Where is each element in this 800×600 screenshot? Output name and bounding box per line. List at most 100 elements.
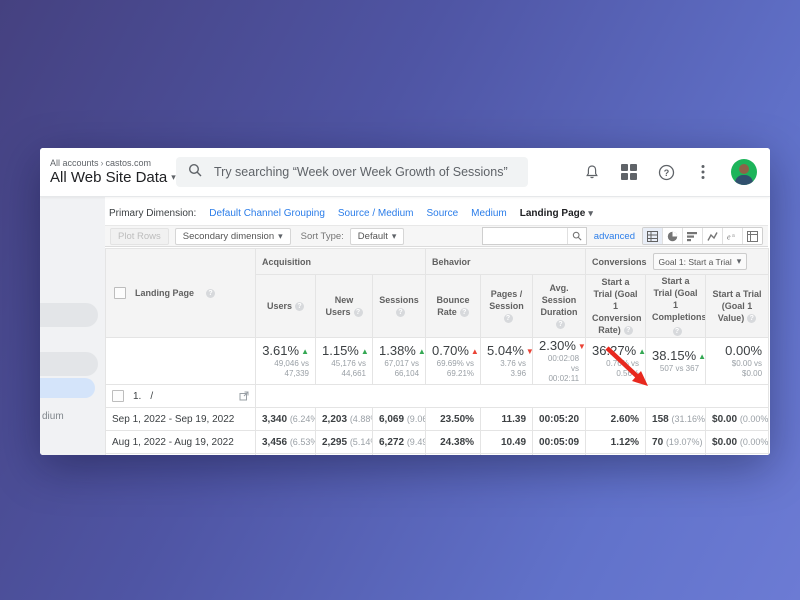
help-icon[interactable]: ? <box>624 326 633 335</box>
column-header-goal-completions[interactable]: Start a Trial (Goal 1 Completions)↓? <box>646 275 706 338</box>
table-filter-input[interactable] <box>483 229 567 243</box>
advanced-link[interactable]: advanced <box>594 231 635 242</box>
group-header-acquisition: Acquisition <box>256 249 426 275</box>
table-filter-search-icon[interactable] <box>567 228 586 244</box>
table-row-parent[interactable]: 1. / <box>106 385 769 408</box>
trend-arrow-icon: ▲ <box>471 347 479 356</box>
global-search-input[interactable] <box>212 164 516 180</box>
table-row-date-range-1[interactable]: Sep 1, 2022 - Sep 19, 2022 3,340 (6.24%)… <box>106 408 769 431</box>
view-performance-bars-icon[interactable] <box>683 228 703 244</box>
column-header-avg-session-duration[interactable]: Avg. Session Duration? <box>533 275 586 338</box>
column-header-pages-session[interactable]: Pages / Session? <box>481 275 533 338</box>
dimension-link-source[interactable]: Source <box>426 208 458 219</box>
view-term-cloud-icon[interactable]: ea <box>723 228 743 244</box>
cell-goal-value: $0.00 (0.00%) <box>706 408 769 431</box>
report-toolbar: Plot Rows Secondary dimension ▾ Sort Typ… <box>105 225 768 247</box>
breadcrumb-account[interactable]: All accounts <box>50 158 99 168</box>
help-circle-icon[interactable]: ? <box>657 163 675 181</box>
cell-goal-rate: 1.12% <box>586 431 646 454</box>
goal-selector-value: Goal 1: Start a Trial <box>659 257 732 267</box>
column-header-new-users[interactable]: New Users? <box>316 275 373 338</box>
dimension-selected-landing-page[interactable]: Landing Page ▾ <box>520 208 593 219</box>
help-icon[interactable]: ? <box>206 289 215 298</box>
breadcrumb-property[interactable]: castos.com <box>106 158 152 168</box>
primary-dimension-label: Primary Dimension: <box>109 208 196 219</box>
user-avatar[interactable] <box>731 159 757 185</box>
help-icon[interactable]: ? <box>295 302 304 311</box>
table-filter <box>482 227 587 245</box>
trend-arrow-icon: ▲ <box>698 352 705 361</box>
view-pivot-icon[interactable] <box>743 228 762 244</box>
goal-selector-dropdown[interactable]: Goal 1: Start a Trial ▾ <box>653 253 748 270</box>
header-icons: ? <box>583 159 770 185</box>
cell-bounce-rate: -3.62% <box>426 454 481 455</box>
summary-landing-cell <box>106 338 256 385</box>
sort-type-value: Default <box>358 231 388 242</box>
group-header-behavior: Behavior <box>426 249 586 275</box>
table-row-percent-change: % Change -3.36% -4.01% -3.24% -3.62% 8.5… <box>106 454 769 455</box>
column-header-sessions[interactable]: Sessions? <box>373 275 426 338</box>
nav-partial-label: dium <box>42 411 64 422</box>
notifications-bell-icon[interactable] <box>583 163 601 181</box>
apps-grid-icon[interactable] <box>620 163 638 181</box>
help-icon[interactable]: ? <box>504 314 513 323</box>
view-data-table-icon[interactable] <box>643 228 663 244</box>
conversions-label: Conversions <box>592 257 647 267</box>
nav-pill[interactable] <box>40 352 98 376</box>
help-icon[interactable]: ? <box>673 327 682 336</box>
column-header-bounce-rate[interactable]: Bounce Rate? <box>426 275 481 338</box>
dimension-link-medium[interactable]: Medium <box>471 208 507 219</box>
column-header-users[interactable]: Users? <box>256 275 316 338</box>
svg-text:?: ? <box>663 168 669 178</box>
view-comparison-icon[interactable] <box>703 228 723 244</box>
cell-sessions: -3.24% <box>373 454 426 455</box>
cell-new-users: -4.01% <box>316 454 373 455</box>
cell-pages-session: 8.56% <box>481 454 533 455</box>
nav-pill-selected[interactable] <box>40 378 95 398</box>
nav-pill[interactable] <box>40 303 98 327</box>
cell-pages-session: 11.39 <box>481 408 533 431</box>
breadcrumb[interactable]: All accounts›castos.com <box>50 158 176 168</box>
kebab-menu-icon[interactable] <box>694 163 712 181</box>
summary-users: 3.61%▲49,046 vs 47,339 <box>256 338 316 385</box>
sort-type-label: Sort Type: <box>301 231 344 242</box>
plot-rows-button[interactable]: Plot Rows <box>110 228 169 245</box>
cell-goal-completions: 158 (31.16%) <box>646 408 706 431</box>
landing-page-header-label: Landing Page <box>135 288 194 298</box>
open-in-new-icon[interactable] <box>239 391 249 401</box>
global-search[interactable] <box>176 157 528 187</box>
view-percentage-pie-icon[interactable] <box>663 228 683 244</box>
help-icon[interactable]: ? <box>747 314 756 323</box>
property-selector[interactable]: All accounts›castos.com All Web Site Dat… <box>40 158 176 186</box>
landing-page-link[interactable]: / <box>150 391 153 402</box>
dimension-link-source-medium[interactable]: Source / Medium <box>338 208 414 219</box>
column-header-goal-conversion-rate[interactable]: Start a Trial (Goal 1 Conversion Rate)? <box>586 275 646 338</box>
cell-goal-value: 0.00% <box>706 454 769 455</box>
trend-arrow-icon: ▲ <box>638 347 645 356</box>
cell-users: 3,456 (6.53%) <box>256 431 316 454</box>
trend-arrow-icon: ▼ <box>578 342 586 351</box>
help-icon[interactable]: ? <box>460 308 469 317</box>
cell-goal-rate: 2.60% <box>586 408 646 431</box>
help-icon[interactable]: ? <box>396 308 405 317</box>
row-checkbox[interactable] <box>112 390 124 402</box>
secondary-dimension-button[interactable]: Secondary dimension ▾ <box>175 228 291 245</box>
app-header: All accounts›castos.com All Web Site Dat… <box>40 148 770 197</box>
dimension-link-default-channel-grouping[interactable]: Default Channel Grouping <box>209 208 325 219</box>
column-header-landing-page[interactable]: Landing Page ? <box>106 249 256 338</box>
view-title[interactable]: All Web Site Data ▾ <box>50 169 176 186</box>
cell-avg-duration: 00:05:20 <box>533 408 586 431</box>
sort-type-button[interactable]: Default ▾ <box>350 228 405 245</box>
landing-page-cell[interactable]: 1. / <box>106 385 256 408</box>
summary-sessions: 1.38%▲67,017 vs 66,104 <box>373 338 426 385</box>
help-icon[interactable]: ? <box>354 308 363 317</box>
cell-bounce-rate: 24.38% <box>426 431 481 454</box>
table-row-date-range-2[interactable]: Aug 1, 2022 - Aug 19, 2022 3,456 (6.53%)… <box>106 431 769 454</box>
svg-text:a: a <box>732 233 735 239</box>
help-icon[interactable]: ? <box>556 320 565 329</box>
report-content: dium Primary Dimension: Default Channel … <box>40 196 770 455</box>
percent-change-label: % Change <box>106 454 256 455</box>
select-all-checkbox[interactable] <box>114 287 126 299</box>
column-header-goal-value[interactable]: Start a Trial (Goal 1 Value)? <box>706 275 769 338</box>
summary-goal-completions: 38.15%▲507 vs 367 <box>646 338 706 385</box>
